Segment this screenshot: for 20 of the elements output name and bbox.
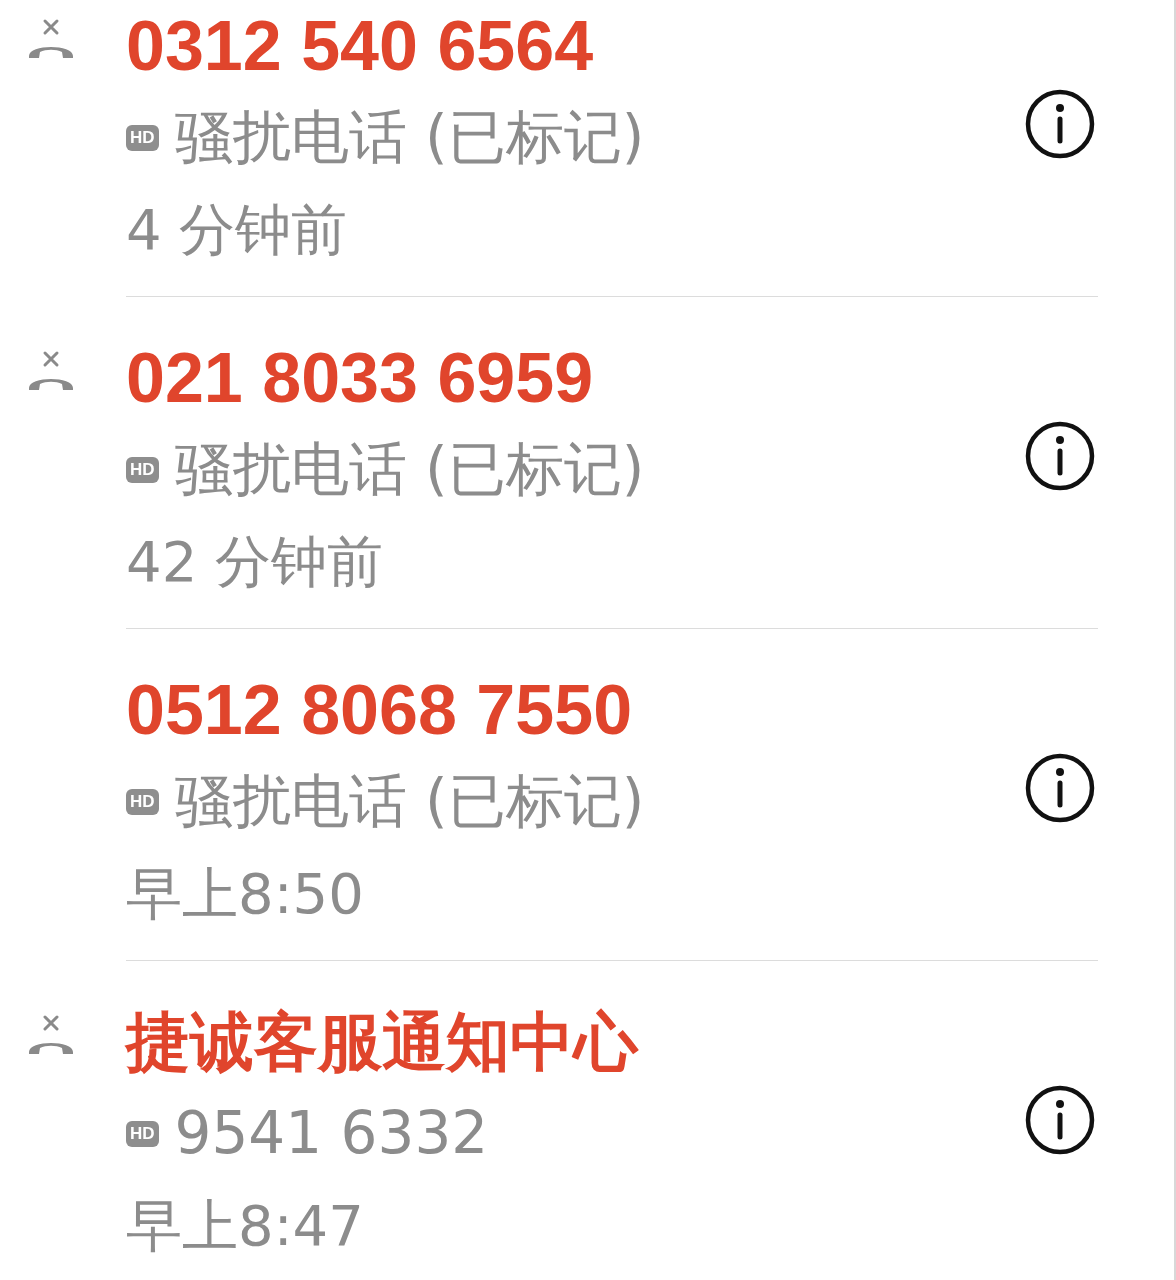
call-time: 4 分钟前 xyxy=(126,196,349,264)
call-detail: 骚扰电话 (已标记) xyxy=(174,438,645,502)
contact-name: 0312 540 6564 xyxy=(126,6,595,87)
hd-badge: HD xyxy=(126,789,159,815)
call-time: 早上8:47 xyxy=(126,1192,365,1260)
info-button[interactable] xyxy=(1024,88,1096,160)
call-detail: 9541 6332 xyxy=(174,1102,489,1166)
info-button[interactable] xyxy=(1024,420,1096,492)
hd-badge: HD xyxy=(126,1121,159,1147)
call-time: 42 分钟前 xyxy=(126,528,385,596)
contact-name: 021 8033 6959 xyxy=(126,338,595,419)
call-detail: 骚扰电话 (已标记) xyxy=(174,106,645,170)
call-detail: 骚扰电话 (已标记) xyxy=(174,770,645,834)
info-button[interactable] xyxy=(1024,1084,1096,1156)
call-time: 早上8:50 xyxy=(126,860,365,928)
hd-badge: HD xyxy=(126,125,159,151)
info-button[interactable] xyxy=(1024,752,1096,824)
hd-badge: HD xyxy=(126,457,159,483)
contact-name: 捷诚客服通知中心 xyxy=(126,1004,640,1081)
contact-name: 0512 8068 7550 xyxy=(126,670,634,751)
